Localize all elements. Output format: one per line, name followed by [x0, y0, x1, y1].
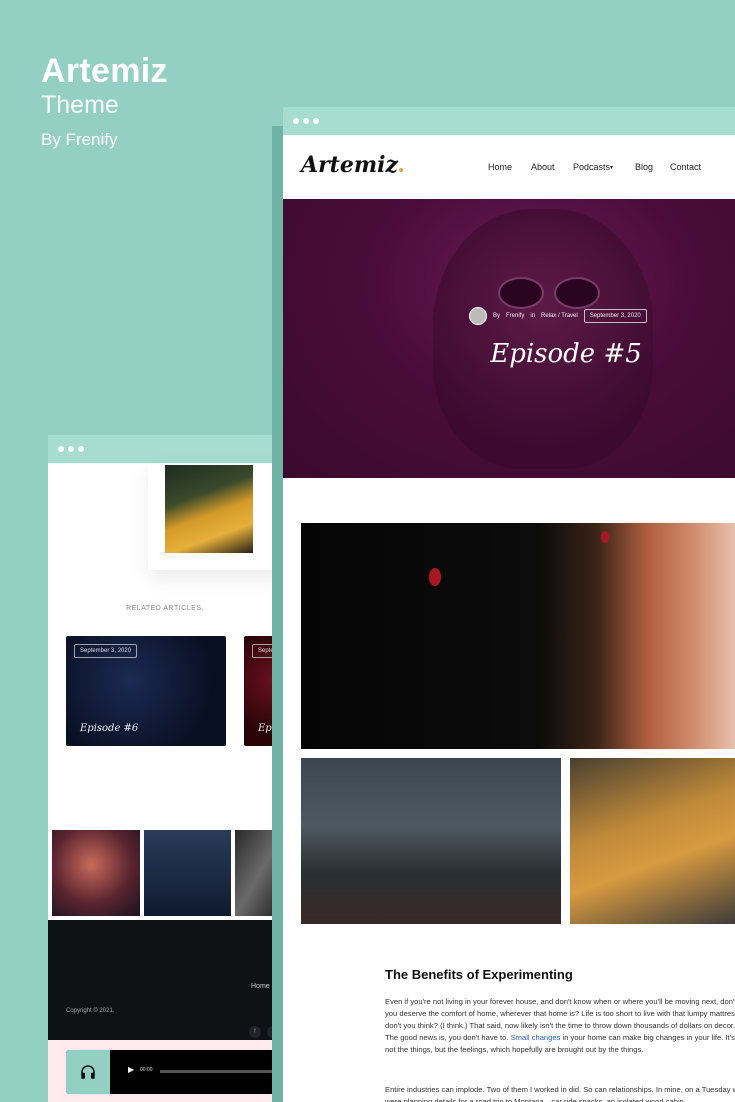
- site-header: Artemiz Home About Podcasts ▾ Blog Conta…: [283, 135, 735, 199]
- post-title: Episode #5: [490, 339, 642, 369]
- related-articles-label: RELATED ARTICLES.: [126, 605, 204, 612]
- gallery-image[interactable]: [144, 830, 231, 916]
- right-preview-window: Artemiz Home About Podcasts ▾ Blog Conta…: [283, 107, 735, 1102]
- brand-block: Artemiz Theme By Frenify: [41, 52, 168, 150]
- related-date: September 3, 2020: [74, 644, 138, 658]
- window-titlebar: [283, 107, 735, 135]
- hero-banner: By Frenify in Relax / Travel September 3…: [283, 199, 735, 478]
- audio-player: ▶ 00:00: [66, 1050, 282, 1094]
- window-dot-icon: [68, 446, 74, 452]
- meta-categories[interactable]: Relax / Travel: [541, 313, 578, 319]
- avatar: [469, 307, 487, 325]
- left-preview-window: Jo Jo de RELATED ARTICLES. September 3, …: [48, 435, 282, 1102]
- nav-home[interactable]: Home: [488, 162, 512, 172]
- gallery-image: [570, 758, 735, 924]
- gallery-image: [301, 758, 561, 924]
- site-logo[interactable]: Artemiz: [301, 152, 403, 178]
- gallery-image[interactable]: [52, 830, 140, 916]
- meta-in: in: [530, 313, 536, 319]
- window-dot-icon: [313, 118, 319, 124]
- window-dot-icon: [58, 446, 64, 452]
- brand-title: Artemiz: [41, 52, 168, 90]
- window-dot-icon: [303, 118, 309, 124]
- window-titlebar: [48, 435, 282, 463]
- window-dot-icon: [293, 118, 299, 124]
- author-photo: [165, 465, 253, 553]
- window-shadow: [272, 126, 283, 1102]
- window-dot-icon: [78, 446, 84, 452]
- article-link[interactable]: Small changes: [511, 1033, 561, 1042]
- player-time: 00:00: [140, 1067, 153, 1073]
- player-progress[interactable]: [160, 1070, 282, 1073]
- post-meta: By Frenify in Relax / Travel September 3…: [469, 307, 647, 325]
- brand-subtitle: Theme: [41, 91, 119, 119]
- nav-podcasts[interactable]: Podcasts: [573, 162, 610, 172]
- site-footer: Home Pa Copyright © 2021. f t: [48, 920, 282, 1040]
- article-heading: The Benefits of Experimenting: [385, 967, 573, 982]
- meta-by: By: [493, 313, 501, 319]
- related-card[interactable]: September 3, 2020 Episode #6: [66, 636, 226, 746]
- post-date: September 3, 2020: [583, 309, 647, 323]
- play-icon[interactable]: ▶: [128, 1065, 134, 1074]
- nav-about[interactable]: About: [531, 162, 555, 172]
- related-title[interactable]: Episode #6: [80, 723, 138, 734]
- meta-author[interactable]: Frenify: [506, 313, 524, 319]
- hero-image: [498, 277, 603, 309]
- audio-player-bar: ▶ 00:00: [48, 1040, 282, 1102]
- featured-image: [301, 523, 735, 749]
- copyright-text: Copyright © 2021.: [66, 1008, 115, 1014]
- nav-contact[interactable]: Contact: [670, 162, 701, 172]
- chevron-down-icon[interactable]: ▾: [610, 164, 613, 171]
- nav-blog[interactable]: Blog: [635, 162, 653, 172]
- facebook-icon[interactable]: f: [249, 1026, 261, 1038]
- article-paragraph: Entire industries can implode. Two of th…: [385, 1085, 735, 1102]
- headphones-icon: [66, 1050, 110, 1094]
- brand-author: By Frenify: [41, 130, 118, 149]
- article-paragraph: Even if you're not living in your foreve…: [385, 997, 735, 1054]
